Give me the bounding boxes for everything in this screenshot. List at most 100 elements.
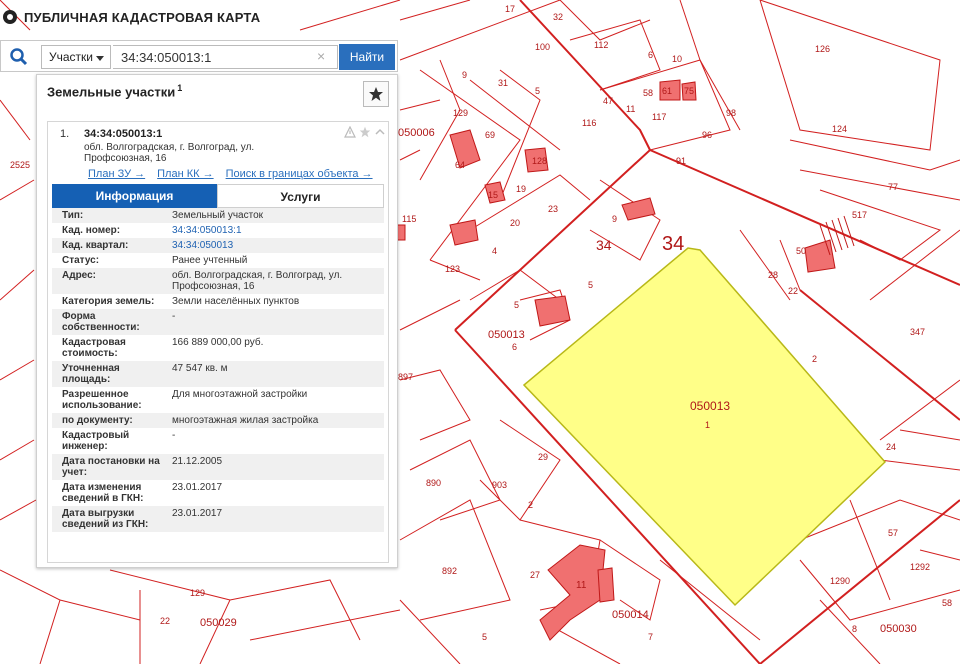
svg-text:19: 19 xyxy=(516,184,526,194)
svg-text:903: 903 xyxy=(492,480,507,490)
favorites-button[interactable] xyxy=(363,81,389,107)
info-row-value: 21.12.2005 xyxy=(172,456,223,467)
object-type-select[interactable]: Участки xyxy=(41,45,111,69)
svg-text:64: 64 xyxy=(455,160,465,170)
svg-text:6: 6 xyxy=(648,50,653,60)
svg-text:123: 123 xyxy=(445,264,460,274)
svg-text:5: 5 xyxy=(588,280,593,290)
info-row: Кадастровая стоимость: 166 889 000,00 руб… xyxy=(52,335,384,361)
svg-text:58: 58 xyxy=(942,598,952,608)
info-row-value: 47 547 кв. м xyxy=(172,363,228,374)
info-row-key: Дата выгрузки сведений из ГКН: xyxy=(62,508,149,530)
svg-text:7: 7 xyxy=(648,632,653,642)
info-row-value: Земельный участок xyxy=(172,210,264,221)
info-row-key: Форма собственности: xyxy=(62,311,140,333)
info-row: Дата постановки на учет: 21.12.2005 xyxy=(52,454,384,480)
svg-text:31: 31 xyxy=(498,78,508,88)
svg-text:28: 28 xyxy=(768,270,778,280)
svg-text:116: 116 xyxy=(582,118,596,128)
result-card[interactable]: 1. 34:34:050013:1 обл. Волгоградская, г.… xyxy=(47,121,389,563)
search-icon[interactable] xyxy=(9,47,29,67)
info-row-key: Кад. квартал: xyxy=(62,240,129,251)
svg-text:1292: 1292 xyxy=(910,562,930,572)
warning-icon[interactable] xyxy=(344,126,356,138)
svg-text:6: 6 xyxy=(512,342,517,352)
svg-text:050006: 050006 xyxy=(398,127,435,139)
svg-text:050030: 050030 xyxy=(880,623,917,635)
svg-text:124: 124 xyxy=(832,124,847,134)
search-input[interactable] xyxy=(113,45,338,69)
svg-text:050013: 050013 xyxy=(488,329,525,341)
search-in-bounds-link[interactable]: Поиск в границах объекта → xyxy=(226,168,373,180)
info-table: Тип: Земельный участок Кад. номер: 34:34:05… xyxy=(52,208,384,532)
info-row-value: обл. Волгоградская, г. Волгоград, ул. Пр… xyxy=(172,270,343,292)
object-type-label: Участки xyxy=(49,50,93,64)
info-row-key: Статус: xyxy=(62,255,100,266)
info-row-key: Адрес: xyxy=(62,270,96,281)
svg-text:10: 10 xyxy=(672,54,682,64)
svg-text:9: 9 xyxy=(612,214,617,224)
svg-text:129: 129 xyxy=(453,108,468,118)
info-row-value: Ранее учтенный xyxy=(172,255,248,266)
info-row: Адрес: обл. Волгоградская, г. Волгоград, … xyxy=(52,268,384,294)
quarter-label-050013: 050013 xyxy=(690,399,730,413)
svg-text:20: 20 xyxy=(510,218,520,228)
info-row: Дата изменения сведений в ГКН: 23.01.2017 xyxy=(52,480,384,506)
clear-icon[interactable]: × xyxy=(317,49,325,63)
info-row-value: - xyxy=(172,430,176,441)
star-icon[interactable] xyxy=(359,126,371,138)
result-count: 1 xyxy=(177,83,183,93)
info-row-key: Разрешенное использование: xyxy=(62,389,142,411)
info-row-key: Дата постановки на учет: xyxy=(62,456,160,478)
info-row: Кадастровый инженер: - xyxy=(52,428,384,454)
info-row: Дата выгрузки сведений из ГКН: 23.01.2017 xyxy=(52,506,384,532)
info-row-value: - xyxy=(172,311,176,322)
svg-text:050014: 050014 xyxy=(612,609,649,621)
search-bar: Участки × Найти xyxy=(0,40,398,72)
svg-text:22: 22 xyxy=(160,616,170,626)
info-row-key: Тип: xyxy=(62,210,84,221)
svg-text:128: 128 xyxy=(532,156,547,166)
chevron-up-icon[interactable] xyxy=(374,126,386,138)
svg-text:100: 100 xyxy=(535,42,550,52)
result-cadastral-id[interactable]: 34:34:050013:1 xyxy=(84,128,162,140)
svg-text:517: 517 xyxy=(852,210,867,220)
info-row-key: по документу: xyxy=(62,415,133,426)
svg-text:47: 47 xyxy=(603,96,613,106)
info-row-key: Кадастровый инженер: xyxy=(62,430,130,452)
info-row-key: Кадастровая стоимость: xyxy=(62,337,126,359)
info-row: Категория земель: Земли населённых пункто… xyxy=(52,294,384,309)
result-address: обл. Волгоградская, г. Волгоград, ул. Пр… xyxy=(84,142,255,164)
info-tabs: Информация Услуги xyxy=(52,184,384,208)
parcel-number-label: 1 xyxy=(705,420,710,430)
svg-text:8: 8 xyxy=(852,624,857,634)
info-row-key: Кад. номер: xyxy=(62,225,121,236)
plan-kk-link[interactable]: План КК → xyxy=(157,168,213,180)
info-row: Тип: Земельный участок xyxy=(52,208,384,223)
svg-text:4: 4 xyxy=(492,246,497,256)
svg-text:22: 22 xyxy=(788,286,798,296)
tab-services[interactable]: Услуги xyxy=(217,184,384,208)
tab-information[interactable]: Информация xyxy=(52,184,217,208)
svg-text:897: 897 xyxy=(398,372,413,382)
svg-text:50: 50 xyxy=(796,246,806,256)
card-actions xyxy=(344,126,386,138)
info-row-key: Категория земель: xyxy=(62,296,155,307)
panel-title: Земельные участки 1 xyxy=(47,83,183,100)
info-row-value[interactable]: 34:34:050013:1 xyxy=(162,223,384,238)
info-row-value[interactable]: 34:34:050013 xyxy=(162,238,384,253)
svg-text:27: 27 xyxy=(530,570,540,580)
search-button[interactable]: Найти xyxy=(339,44,395,70)
svg-text:892: 892 xyxy=(442,566,457,576)
info-row-value: 166 889 000,00 руб. xyxy=(172,337,264,348)
svg-text:890: 890 xyxy=(426,478,441,488)
svg-text:347: 347 xyxy=(910,327,925,337)
app-title: ПУБЛИЧНАЯ КАДАСТРОВАЯ КАРТА xyxy=(24,9,261,25)
info-row-key: Уточненная площадь: xyxy=(62,363,120,385)
plan-zu-link[interactable]: План ЗУ → xyxy=(88,168,145,180)
svg-text:2: 2 xyxy=(812,354,817,364)
logo-icon xyxy=(3,10,17,24)
svg-text:5: 5 xyxy=(535,86,540,96)
svg-text:117: 117 xyxy=(652,112,666,122)
chevron-down-icon xyxy=(96,56,104,61)
